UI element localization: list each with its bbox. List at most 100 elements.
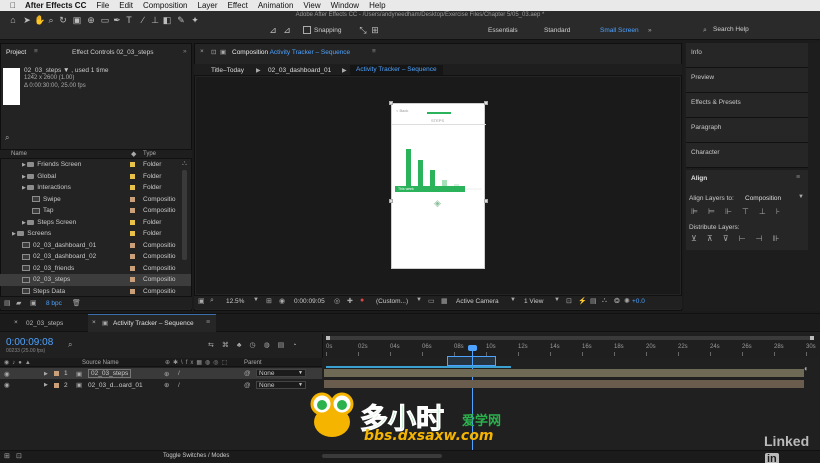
parent-select[interactable]: None ▼ [256,369,306,377]
pen-tool-icon[interactable]: ✒ [112,15,122,25]
always-preview-icon[interactable]: ▣ [198,297,205,305]
menu-file[interactable]: File [96,1,109,10]
label-color-swatch[interactable] [130,265,135,271]
exposure-value[interactable]: +0.0 [632,298,645,305]
chevron-down-icon[interactable]: ▼ [798,194,804,200]
label-color-swatch[interactable] [130,288,135,294]
menu-composition[interactable]: Composition [143,1,187,10]
snapshot-icon[interactable]: ◉ [279,297,285,305]
expand-pane-icon[interactable]: ⊞ [4,452,10,460]
camera-tool-icon[interactable]: ▣ [72,15,82,25]
project-item[interactable]: ▶ Screens Folder [0,228,191,240]
local-axis-icon[interactable]: ⊿ [268,25,278,35]
menu-effect[interactable]: Effect [228,1,248,10]
layer-source-name[interactable]: 02_03_steps [88,369,132,378]
panel-preview[interactable]: Preview [686,68,808,93]
label-color-swatch[interactable] [130,208,135,213]
tab-effect-controls[interactable]: Effect Controls 02_03_steps [72,49,154,56]
show-snapshot-icon[interactable]: ✚ [347,297,353,305]
apple-icon[interactable]:  [10,1,16,10]
project-item[interactable]: ▶ Interactions Folder [0,182,191,194]
snap-options-icon[interactable]: ⊞ [370,25,380,35]
workspace-small-screen[interactable]: Small Screen [600,27,639,34]
label-color-swatch[interactable] [130,277,135,282]
project-item[interactable]: Tap Compositio [0,205,191,217]
column-source-name[interactable]: Source Name [82,360,119,366]
flowchart-icon[interactable]: ⛬ [602,297,607,305]
project-item[interactable]: 02_03_dashboard_01 Compositio [0,240,191,252]
align-panel-menu-icon[interactable]: ≡ [796,174,800,181]
label-color-swatch[interactable] [130,231,135,236]
timeline-zoom-icon[interactable]: ◐ [804,364,816,374]
column-type[interactable]: Type [143,151,156,157]
layer-bar-1[interactable] [324,369,804,377]
transform-handle[interactable] [484,199,488,203]
menu-view[interactable]: View [303,1,320,10]
quality-switch-icon[interactable]: / [178,370,180,377]
project-search-icon[interactable]: ⌕ [5,133,9,143]
label-color-swatch[interactable] [130,242,135,248]
label-color-swatch[interactable] [54,382,59,388]
camera-snapshot-icon[interactable]: ◎ [334,297,340,305]
parent-select[interactable]: None ▼ [256,380,306,389]
close-tab-icon[interactable]: × [14,319,18,326]
type-tool-icon[interactable]: T [124,15,134,25]
project-item[interactable]: ▶ Friends Screen Folder [0,159,191,171]
rotate-tool-icon[interactable]: ↻ [58,15,68,25]
workspace-essentials[interactable]: Essentials [488,27,518,34]
menu-animation[interactable]: Animation [258,1,294,10]
pan-behind-tool-icon[interactable]: ⊕ [86,15,96,25]
layer-bar-2[interactable] [324,380,804,388]
view-layout-dropdown[interactable]: 1 View [524,298,543,305]
project-item[interactable]: ▶ Global Folder [0,171,191,183]
tab-composition[interactable]: Composition Activity Tracker – Sequence [232,49,350,56]
project-item[interactable]: 02_03_dashboard_02 Compositio [0,251,191,263]
timeline-search-icon[interactable]: ⌕ [68,340,72,350]
grid-icon[interactable]: ⊞ [266,297,272,305]
reset-exposure-icon[interactable]: ❂ [614,297,620,305]
av-features-icons[interactable]: ◉♪●▲ [4,359,34,366]
project-item[interactable]: 02_03_steps Compositio [0,274,191,286]
panel-effects-presets[interactable]: Effects & Presets [686,93,808,118]
quality-switch-icon[interactable]: / [178,382,180,389]
project-item[interactable]: 02_03_friends Compositio [0,263,191,275]
align-layers-to-select[interactable]: Composition [745,195,781,202]
menu-help[interactable]: Help [369,1,385,10]
align-buttons[interactable]: ⊫⊨⊩⊤⊥⊦ [691,207,790,216]
chevron-down-icon[interactable]: ▼ [510,297,516,303]
close-tab-icon[interactable]: × [92,319,96,326]
puppet-tool-icon[interactable]: ✦ [190,15,200,25]
timeline-panel-menu-icon[interactable]: ≡ [206,319,210,326]
chevron-down-icon[interactable]: ▼ [554,297,560,303]
workspace-overflow-icon[interactable]: » [648,27,652,34]
show-channel-icon[interactable]: ● [360,297,364,304]
column-name[interactable]: Name [11,151,27,157]
breadcrumb-item-dashboard[interactable]: 02_03_dashboard_01 [268,67,331,74]
panel-paragraph[interactable]: Paragraph [686,118,808,143]
tab-project[interactable]: Project [6,49,26,56]
project-item[interactable]: Swipe Compositio [0,194,191,206]
label-color-swatch[interactable] [130,185,135,190]
selection-tool-icon[interactable]: ➤ [22,15,32,25]
project-item[interactable]: ▶ Steps Screen Folder [0,217,191,229]
menu-window[interactable]: Window [331,1,359,10]
label-color-swatch[interactable] [130,196,135,202]
search-help-input[interactable]: Search Help [713,26,783,35]
timeline-current-time[interactable]: 0:00:09:08 [6,337,53,348]
hand-tool-icon[interactable]: ✋ [34,15,45,25]
timeline-icon[interactable]: ▤ [590,297,597,305]
parent-pickwhip-icon[interactable]: @ [244,370,251,377]
tab-02-03-steps[interactable]: 02_03_steps [26,320,63,327]
close-tab-icon[interactable]: × [200,48,204,55]
distribute-buttons[interactable]: ⊻⊼⊽⊢⊣⊪ [691,234,789,243]
world-axis-icon[interactable]: ⊿ [282,25,292,35]
resolution-dropdown[interactable]: (Custom...) [376,298,408,305]
current-time-display[interactable]: 0:00:09:05 [294,298,325,305]
toggle-pixel-aspect-icon[interactable]: ⊡ [566,297,572,305]
new-folder-icon[interactable]: ▰ [16,299,21,307]
brush-tool-icon[interactable]: ∕ [138,15,148,25]
label-column-icon[interactable]: ◆ [131,150,136,158]
snapping-checkbox[interactable] [303,26,311,34]
region-of-interest-icon[interactable]: ▭ [428,297,435,305]
bit-depth-button[interactable]: 8 bpc [46,300,62,307]
